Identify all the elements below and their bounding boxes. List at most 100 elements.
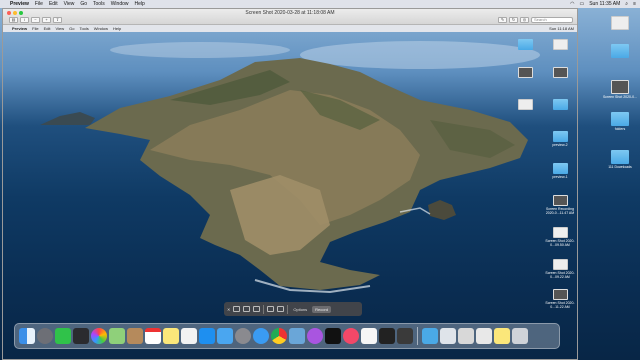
search-input[interactable]: Search [531,17,573,23]
appstore-icon[interactable] [199,328,215,344]
document-icon [552,39,568,50]
screenshot-stack-icon[interactable] [458,328,474,344]
menu-extras: ◠ ▭ Sun 11:35 AM ⌕ ≡ [570,1,640,7]
screenshot-thumbnail-icon [552,289,568,300]
menu-item-view[interactable]: View [64,1,75,7]
activity-monitor-icon[interactable] [397,328,413,344]
capture-selection-icon[interactable] [253,306,261,312]
system-prefs-icon[interactable] [235,328,251,344]
close-toolbar-icon[interactable]: ✕ [227,307,230,312]
outer-desktop-icon[interactable]: Screen Shot 2020-0... [600,80,640,99]
inner-file: Screen Shot 2020-0...09.22 AM [543,259,577,279]
inner-file [508,67,542,79]
folder-icon [552,131,568,142]
folder-icon [611,112,629,126]
outer-desktop-icon[interactable] [600,16,640,31]
capture-button[interactable]: Record [312,305,332,313]
photos-icon[interactable] [91,328,107,344]
sidebar-toggle-icon[interactable]: ▤ [9,17,18,23]
inner-menu-item: View [55,26,65,31]
inner-menu-bar: Preview File Edit View Go Tools Window H… [3,25,577,32]
window-title: Screen Shot 2020-03-28 at 11:18:08 AM [245,10,335,16]
record-selection-icon[interactable] [277,306,285,312]
menu-item-help[interactable]: Help [135,1,145,7]
notes-stack-icon[interactable] [494,328,510,344]
inner-menu-item: Help [113,26,122,31]
news-icon[interactable] [361,328,377,344]
zoom-in-icon[interactable]: + [42,17,51,23]
inner-file-label: Screen Recording 2020-0...11.47 AM [545,207,575,215]
inner-menu-item: Window [93,26,109,31]
info-icon[interactable]: i [20,17,29,23]
facetime-icon[interactable] [73,328,89,344]
menu-item-window[interactable]: Window [111,1,129,7]
annotate-icon[interactable]: ◎ [520,17,529,23]
inner-menu-clock: Sun 11:18 AM [549,26,574,31]
share-icon[interactable]: ⇧ [53,17,62,23]
mail-icon[interactable] [217,328,233,344]
downloads-folder-icon[interactable] [422,328,438,344]
outer-desktop-icon[interactable]: folders [600,112,640,131]
outer-desktop-file-label: Screen Shot 2020-0... [602,95,638,99]
inner-file: Screen Shot 2020-0...09.50 AM [543,227,577,247]
document-icon [611,16,629,30]
spotlight-icon[interactable]: ⌕ [625,1,628,7]
safari-icon[interactable] [253,328,269,344]
capture-window-icon[interactable] [243,306,251,312]
file-stack-icon[interactable] [476,328,492,344]
outer-desktop-icon[interactable] [600,44,640,59]
inner-file [508,39,542,51]
inner-file-label: Screen Shot 2020-0...11.22 AM [545,301,575,309]
markup-icon[interactable]: ✎ [498,17,507,23]
menu-item-tools[interactable]: Tools [93,1,105,7]
chrome-icon[interactable] [271,328,287,344]
inner-file [543,99,577,111]
stocks-icon[interactable] [379,328,395,344]
folder-icon [611,150,629,164]
notes-icon[interactable] [163,328,179,344]
reminders-icon[interactable] [181,328,197,344]
menu-clock[interactable]: Sun 11:35 AM [589,1,620,7]
screenshot-thumbnail-icon [552,259,568,270]
preview-icon[interactable] [289,328,305,344]
window-titlebar: Screen Shot 2020-03-28 at 11:18:08 AM ▤ … [3,9,577,25]
folder-icon [552,99,568,110]
outer-desktop-icon[interactable]: 111 Downloads [600,150,640,169]
toolbar-divider [263,304,265,314]
battery-icon[interactable]: ▭ [579,1,584,7]
inner-menu-item: Edit [43,26,51,31]
inner-menu-app-name: Preview [12,26,28,31]
trash-icon[interactable] [512,328,528,344]
control-list-icon[interactable]: ≡ [633,1,636,7]
screenshot-thumbnail-icon [552,227,568,238]
rotate-icon[interactable]: ↻ [509,17,518,23]
documents-folder-icon[interactable] [440,328,456,344]
record-screen-icon[interactable] [267,306,275,312]
contacts-icon[interactable] [127,328,143,344]
inner-menu-item: Tools [79,26,89,31]
inner-file: preview-1 [543,163,577,179]
calendar-icon[interactable] [145,328,161,344]
wifi-icon[interactable]: ◠ [570,1,574,7]
zoom-out-icon[interactable]: − [31,17,40,23]
messages-icon[interactable] [55,328,71,344]
launchpad-icon[interactable] [37,328,53,344]
menu-app-name[interactable]: Preview [10,1,29,7]
finder-icon[interactable] [19,328,35,344]
inner-file: Screen Recording 2020-0...11.47 AM [543,195,577,215]
screen-recording-icon [552,195,568,206]
music-icon[interactable] [343,328,359,344]
menu-item-file[interactable]: File [35,1,43,7]
menu-item-go[interactable]: Go [80,1,87,7]
toolbar-left: ▤ i − + ⇧ [9,17,62,23]
appletv-icon[interactable] [325,328,341,344]
maps-icon[interactable] [109,328,125,344]
dock [14,323,560,349]
inner-file-label: Screen Shot 2020-0...09.50 AM [545,239,575,247]
inner-menu-item: File [32,26,39,31]
menu-item-edit[interactable]: Edit [49,1,58,7]
options-button[interactable]: Options [291,307,309,312]
inner-menu-item: Go [69,26,75,31]
podcasts-icon[interactable] [307,328,323,344]
capture-entire-screen-icon[interactable] [233,306,241,312]
